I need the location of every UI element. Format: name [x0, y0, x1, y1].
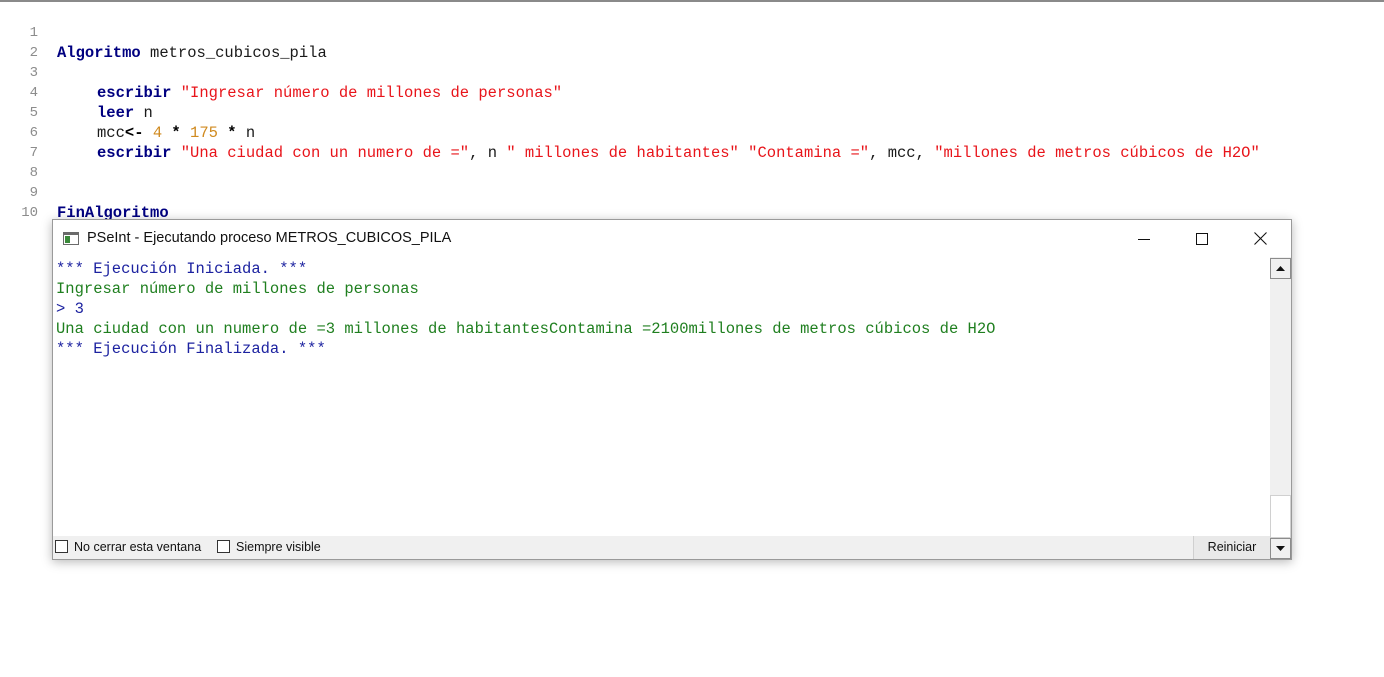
- number-literal: 4: [143, 124, 163, 142]
- keyword-escribir: escribir: [97, 144, 172, 162]
- variable-n: n: [236, 124, 256, 142]
- code-line-8[interactable]: 8: [0, 143, 38, 181]
- string-literal: "Contamina =": [748, 144, 870, 162]
- multiply-operator: *: [162, 124, 181, 142]
- number-literal: 175: [180, 124, 218, 142]
- console-output[interactable]: *** Ejecución Iniciada. *** Ingresar núm…: [53, 257, 1270, 537]
- siempre-visible-label[interactable]: Siempre visible: [236, 536, 321, 559]
- line-number: 10: [21, 205, 38, 221]
- code-line-10[interactable]: 10: [0, 183, 38, 221]
- console-line: Ingresar número de millones de personas: [56, 280, 419, 298]
- vertical-scrollbar[interactable]: [1270, 257, 1291, 559]
- keyword-algoritmo: Algoritmo: [57, 44, 141, 62]
- no-cerrar-label[interactable]: No cerrar esta ventana: [74, 536, 201, 559]
- string-literal: " millones de habitantes": [506, 144, 739, 162]
- keyword-leer: leer: [97, 104, 135, 122]
- string-literal: "Ingresar número de millones de personas…: [180, 84, 563, 102]
- reiniciar-button[interactable]: Reiniciar: [1193, 536, 1270, 559]
- keyword-escribir: escribir: [97, 84, 172, 102]
- code-line-4[interactable]: 4 leer n: [0, 63, 153, 122]
- maximize-button[interactable]: [1173, 220, 1231, 257]
- code-line-6[interactable]: 6 escribir "Una ciudad con un numero de …: [0, 103, 1260, 162]
- minimize-button[interactable]: [1115, 220, 1173, 257]
- console-line: *** Ejecución Iniciada. ***: [56, 260, 308, 278]
- code-line-7[interactable]: 7: [0, 123, 38, 161]
- console-window-icon: [63, 232, 79, 245]
- close-icon: [1253, 232, 1267, 245]
- console-line: Una ciudad con un numero de =3 millones …: [56, 320, 996, 338]
- window-titlebar[interactable]: PSeInt - Ejecutando proceso METROS_CUBIC…: [53, 220, 1291, 257]
- scroll-up-button[interactable]: [1270, 258, 1291, 279]
- code-line-9[interactable]: 9 FinAlgoritmo: [0, 163, 169, 222]
- code-line-3[interactable]: 3 escribir "Ingresar número de millones …: [0, 43, 563, 102]
- minimize-icon: [1138, 238, 1150, 240]
- code-line-1[interactable]: 1 Algoritmo metros_cubicos_pila: [0, 3, 327, 62]
- siempre-visible-checkbox[interactable]: [217, 540, 230, 553]
- window-title: PSeInt - Ejecutando proceso METROS_CUBIC…: [87, 230, 452, 246]
- algorithm-name: metros_cubicos_pila: [140, 44, 327, 62]
- console-line: *** Ejecución Finalizada. ***: [56, 340, 326, 358]
- maximize-icon: [1196, 232, 1208, 245]
- window-statusbar: No cerrar esta ventana Siempre visible R…: [53, 536, 1270, 559]
- no-cerrar-checkbox[interactable]: [55, 540, 68, 553]
- variable-mcc: mcc: [97, 124, 125, 142]
- code-line-5[interactable]: 5 mcc<- 4 * 175 * n: [0, 83, 256, 142]
- string-literal: "millones de metros cúbicos de H2O": [934, 144, 1260, 162]
- arrow-up-icon: [1276, 266, 1285, 271]
- multiply-operator: *: [217, 124, 237, 142]
- scrollbar-thumb[interactable]: [1270, 495, 1291, 538]
- scroll-down-button[interactable]: [1270, 538, 1291, 559]
- code-line-2[interactable]: 2: [0, 23, 38, 61]
- execution-window[interactable]: PSeInt - Ejecutando proceso METROS_CUBIC…: [52, 219, 1292, 560]
- console-line: > 3: [56, 300, 84, 318]
- string-literal: "Una ciudad con un numero de =": [180, 144, 470, 162]
- code-separator: , mcc,: [869, 144, 935, 162]
- close-button[interactable]: [1231, 220, 1289, 257]
- code-separator: , n: [469, 144, 507, 162]
- assign-operator: <-: [124, 124, 144, 142]
- code-editor[interactable]: 1 Algoritmo metros_cubicos_pila 2 3 escr…: [0, 2, 1384, 222]
- arrow-down-icon: [1276, 546, 1285, 551]
- variable-n: n: [134, 104, 153, 122]
